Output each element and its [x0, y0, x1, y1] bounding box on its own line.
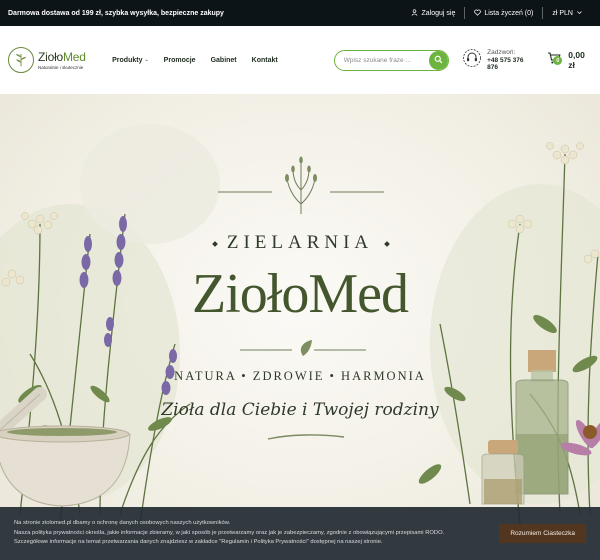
chevron-down-icon — [576, 9, 583, 18]
nav-item-kontakt[interactable]: Kontakt — [252, 57, 278, 64]
currency-select[interactable]: zł PLN — [543, 9, 592, 18]
chevron-down-icon: ⌄ — [144, 57, 149, 63]
logo-name-part-2: Med — [63, 50, 86, 64]
hero-text-block: ZIELARNIA ZiołoMed NATURA • ZDROWIE • HA… — [150, 94, 450, 560]
search-bar — [333, 49, 450, 71]
headset-icon — [462, 48, 482, 73]
heart-icon — [474, 9, 482, 18]
login-label: Zaloguj się — [421, 9, 456, 17]
nav-item-gabinet[interactable]: Gabinet — [211, 57, 237, 64]
promo-text: Darmowa dostawa od 199 zł, szybka wysyłk… — [8, 9, 224, 17]
logo-tagline: Naturalnie i skutecznie — [38, 65, 84, 70]
cookie-text-line: Szczegółowe informacje na temat przetwar… — [14, 539, 383, 546]
glass-jar-icon — [481, 440, 525, 505]
wishlist-label: Lista życzeń (0) — [484, 9, 534, 17]
hero-slogan: Zioła dla Ciebie i Twojej rodziny — [161, 400, 439, 420]
cookie-text: Na stronie ziolomed.pl dbamy o ochronę d… — [14, 519, 484, 549]
top-bar: Darmowa dostawa od 199 zł, szybka wysyłk… — [0, 0, 600, 26]
cart-total: 0,00 zł — [568, 50, 585, 70]
logo-name-part-1: Zioło — [38, 50, 64, 64]
cookie-text-line: Nasza polityka prywatności określa, jaki… — [14, 529, 445, 536]
cookie-banner: Na stronie ziolomed.pl dbamy o ochronę d… — [0, 507, 600, 560]
nav-label: Produkty — [112, 56, 143, 64]
nav-label: Promocje — [163, 56, 196, 64]
search-button[interactable] — [429, 50, 449, 70]
hero-title: ZiołoMed — [192, 263, 409, 325]
cart-button[interactable]: 0 0,00 zł — [547, 50, 592, 70]
main-nav: Produkty ⌄ Promocje Gabinet Kontakt — [112, 57, 278, 64]
contact-text: Zadzwoń: +48 575 376 876 — [487, 49, 533, 71]
nav-label: Gabinet — [210, 56, 237, 64]
contact-label: Zadzwoń: — [487, 49, 516, 56]
logo-name: ZiołoMed — [38, 50, 86, 64]
nav-label: Kontakt — [251, 56, 278, 64]
hero-banner[interactable]: ZIELARNIA ZiołoMed NATURA • ZDROWIE • HA… — [0, 94, 600, 560]
logo[interactable]: ZiołoMed Naturalnie i skutecznie — [8, 47, 104, 73]
logo-text: ZiołoMed Naturalnie i skutecznie — [38, 50, 86, 70]
cookie-text-line: Na stronie ziolomed.pl dbamy o ochronę d… — [14, 519, 231, 526]
contact-phone-block[interactable]: Zadzwoń: +48 575 376 876 — [462, 48, 533, 73]
currency-label: zł PLN — [552, 9, 573, 17]
user-icon — [411, 8, 418, 18]
site-header: ZiołoMed Naturalnie i skutecznie Produkt… — [0, 26, 600, 94]
hero-subtitle: ZIELARNIA — [226, 232, 374, 253]
accept-cookies-button[interactable]: Rozumiem Ciasteczka — [499, 524, 586, 543]
hero-values: NATURA • ZDROWIE • HARMONIA — [174, 369, 426, 383]
nav-item-promocje[interactable]: Promocje — [164, 57, 196, 64]
wishlist-link[interactable]: Lista życzeń (0) — [465, 9, 542, 18]
login-link[interactable]: Zaloguj się — [402, 8, 464, 18]
search-input[interactable] — [334, 56, 430, 64]
leaf-logo-icon — [8, 47, 34, 73]
search-icon — [434, 51, 443, 69]
contact-phone: +48 575 376 876 — [487, 57, 524, 71]
nav-item-produkty[interactable]: Produkty ⌄ — [112, 57, 149, 64]
top-bar-links: Zaloguj się Lista życzeń (0) zł PLN — [402, 7, 592, 19]
